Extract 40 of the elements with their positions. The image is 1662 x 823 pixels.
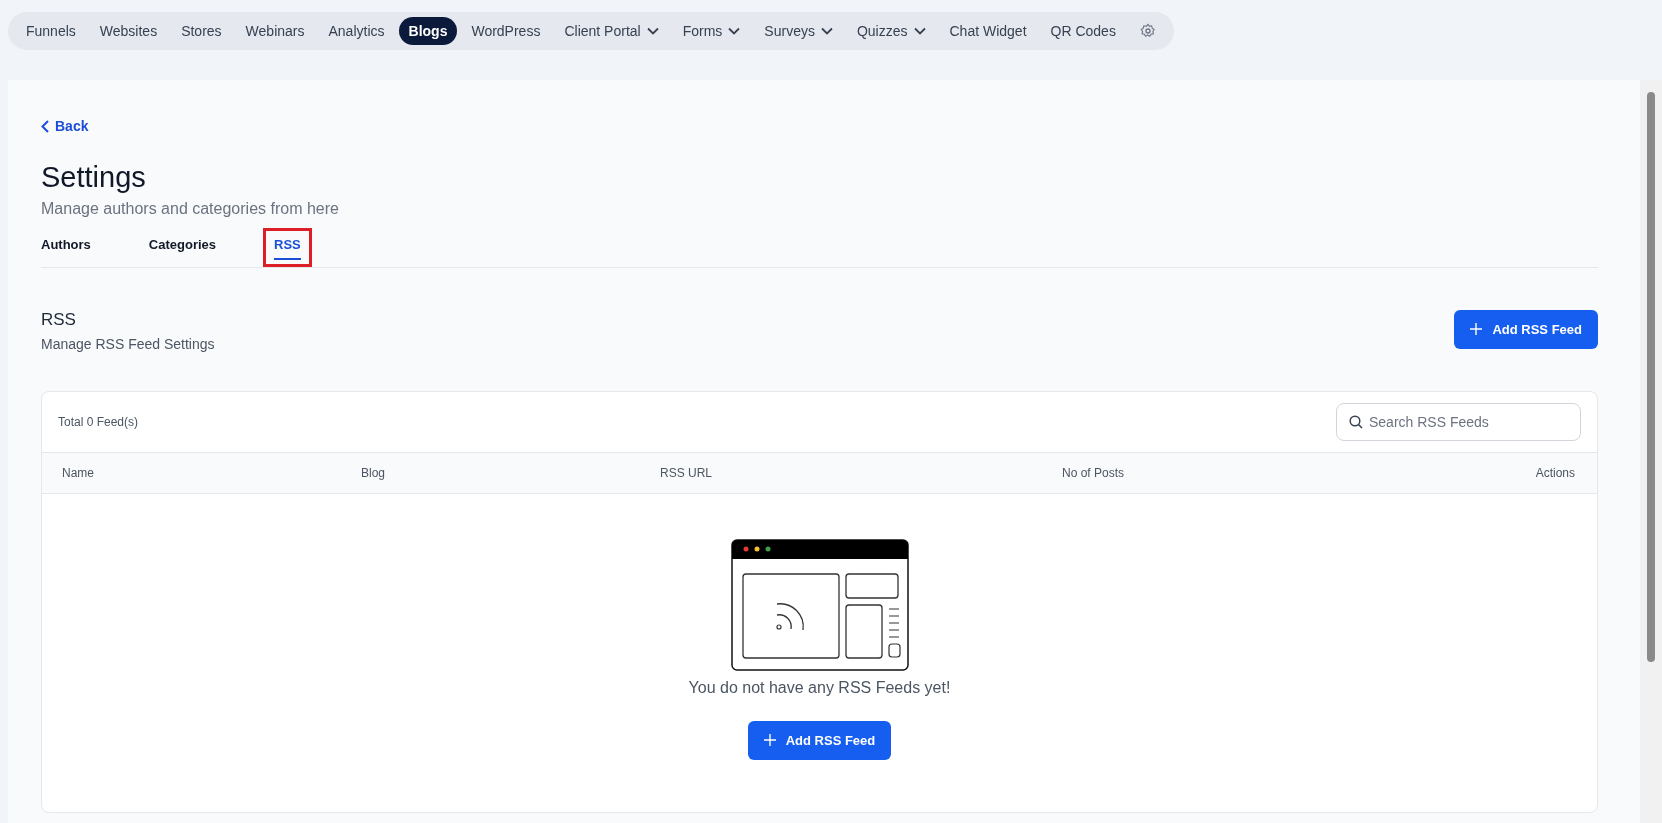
nav-tab[interactable]: Chat Widget [939, 17, 1037, 45]
section-title: RSS [41, 309, 77, 330]
plus-icon [763, 734, 776, 746]
add-rss-feed-button[interactable]: Add RSS Feed [747, 720, 892, 760]
feed-count: Total 0 Feed(s) [58, 414, 139, 429]
column-header: Name [62, 465, 95, 480]
chevron-down-icon [646, 27, 659, 35]
nav-tab[interactable]: Blogs [398, 17, 458, 45]
scrollbar[interactable] [1640, 80, 1662, 823]
nav-tab[interactable]: Stores [171, 17, 232, 45]
nav-tab[interactable]: Analytics [318, 17, 395, 45]
add-rss-feed-button[interactable]: Add RSS Feed [1454, 309, 1598, 349]
settings-tab[interactable]: Categories [137, 227, 228, 267]
settings-tab[interactable]: Authors [30, 227, 102, 267]
settings-tab[interactable]: RSS [263, 227, 312, 267]
column-header: RSS URL [660, 465, 713, 480]
chevron-down-icon [820, 27, 833, 35]
nav-tab[interactable]: Forms [672, 17, 751, 45]
chevron-left-icon [41, 119, 49, 133]
page-subtitle: Manage authors and categories from here [41, 199, 340, 218]
nav-tab[interactable]: Client Portal [554, 17, 669, 45]
column-header: Blog [361, 465, 387, 480]
nav-tab[interactable]: Surveys [754, 17, 843, 45]
settings-icon[interactable] [1139, 23, 1156, 39]
chevron-down-icon [728, 27, 741, 35]
nav-tab[interactable]: QR Codes [1040, 17, 1126, 45]
nav-tab[interactable]: Quizzes [846, 17, 936, 45]
section-subtitle: Manage RSS Feed Settings [41, 335, 215, 352]
page-title: Settings [41, 160, 147, 194]
nav-tab[interactable]: Funnels [16, 17, 86, 45]
nav-tab[interactable]: WordPress [461, 17, 551, 45]
column-header: Actions [1535, 465, 1575, 480]
search-field[interactable]: Search RSS Feeds [1336, 402, 1581, 441]
nav-tab[interactable]: Webinars [235, 17, 315, 45]
chevron-down-icon [913, 27, 926, 35]
nav-tab[interactable]: Websites [89, 17, 168, 45]
empty-state-message: You do not have any RSS Feeds yet! [688, 678, 951, 697]
column-header: No of Posts [1062, 465, 1126, 480]
back-link[interactable]: Back [41, 118, 89, 134]
plus-icon [1470, 323, 1483, 335]
